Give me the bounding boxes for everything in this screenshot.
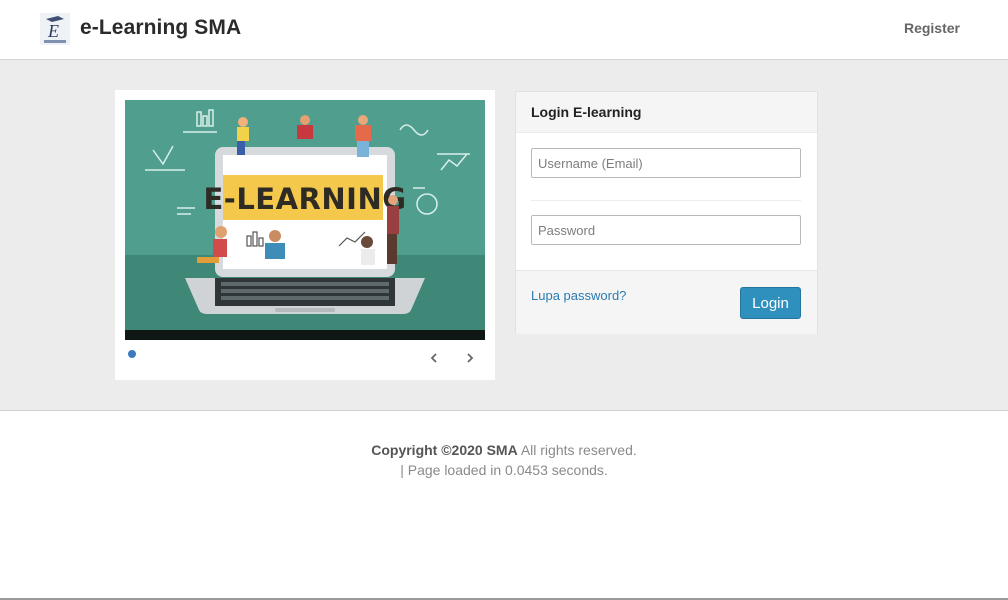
login-title: Login E-learning [531, 104, 642, 120]
page-footer: Copyright ©2020 SMA All rights reserved.… [0, 440, 1008, 480]
copyright-org: SMA [486, 442, 518, 458]
forgot-password-link[interactable]: Lupa password? [531, 288, 626, 303]
chevron-left-icon[interactable] [426, 350, 442, 366]
rights-text: All rights reserved. [517, 442, 637, 458]
elearning-banner-image: E-LEARNING [125, 100, 485, 340]
divider [531, 200, 801, 201]
banner-headline: E-LEARNING [203, 182, 406, 216]
copyright-line: Copyright ©2020 SMA All rights reserved. [0, 440, 1008, 460]
login-panel: Login E-learning Lupa password? Login [515, 91, 818, 334]
main-section: E-LEARNING Login E-learning Username (Em… [0, 60, 1008, 411]
slide-indicator-dot[interactable] [128, 350, 136, 358]
chevron-right-icon[interactable] [462, 350, 478, 366]
top-navbar: E e-Learning SMA Register [0, 0, 1008, 60]
brand-title[interactable]: e-Learning SMA [80, 16, 241, 40]
login-button[interactable]: Login [740, 287, 801, 319]
page-load-time: | Page loaded in 0.0453 seconds. [400, 462, 608, 478]
password-input[interactable] [531, 215, 801, 245]
svg-text:E: E [47, 21, 59, 41]
register-link[interactable]: Register [904, 20, 960, 36]
image-slider: E-LEARNING [115, 90, 495, 380]
username-input[interactable] [531, 148, 801, 178]
login-panel-footer: Lupa password? Login [516, 270, 817, 334]
copyright-text: Copyright ©2020 [371, 442, 487, 458]
school-logo-icon[interactable]: E [40, 13, 70, 45]
